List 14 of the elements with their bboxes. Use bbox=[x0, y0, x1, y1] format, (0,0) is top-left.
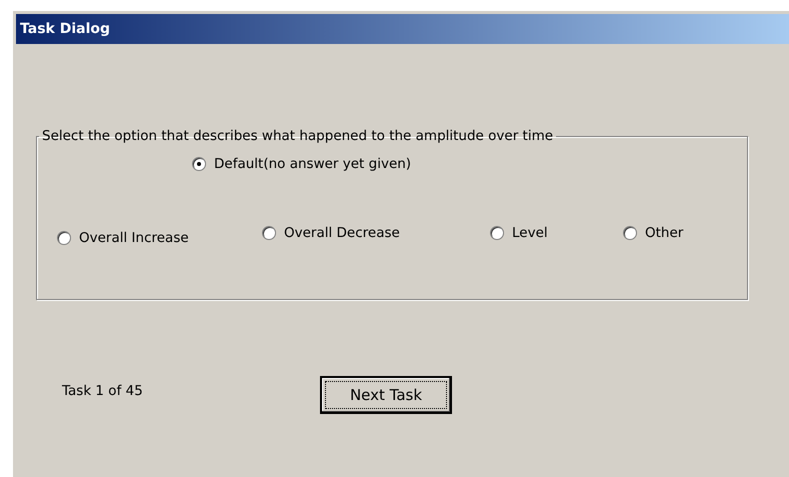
radio-button[interactable] bbox=[262, 226, 276, 240]
next-button[interactable]: Next Task bbox=[320, 376, 452, 414]
radio-option[interactable]: Overall Increase bbox=[57, 230, 189, 246]
task-counter: Task 1 of 45 bbox=[62, 383, 144, 399]
radio-button[interactable] bbox=[192, 157, 206, 171]
window-title: Task Dialog bbox=[20, 21, 110, 37]
group-label: Select the option that describes what happened to the amplitude over time bbox=[41, 128, 554, 144]
radio-button[interactable] bbox=[57, 231, 71, 245]
radio-button[interactable] bbox=[490, 226, 504, 240]
radio-button[interactable] bbox=[623, 226, 637, 240]
radio-option[interactable]: Default(no answer yet given) bbox=[192, 156, 412, 172]
radio-option[interactable]: Other bbox=[623, 225, 684, 241]
radio-option[interactable]: Level bbox=[490, 225, 548, 241]
radio-option[interactable]: Overall Decrease bbox=[262, 225, 400, 241]
